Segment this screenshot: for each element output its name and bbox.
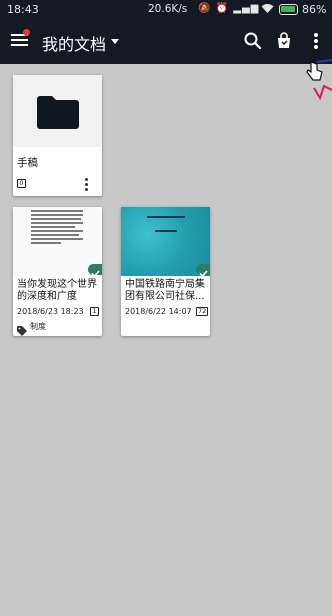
shopping-bag-icon[interactable] <box>273 30 295 52</box>
status-bar: 18:43 20.6K/s 🔕 ⏰ ▂▄▆ 86% <box>0 0 332 20</box>
page-title[interactable]: 我的文档 <box>42 31 106 55</box>
folder-card[interactable]: 手稿 0 <box>13 75 102 196</box>
more-vert-icon[interactable] <box>85 178 89 192</box>
document-date: 2018/6/23 18:23 <box>17 307 84 316</box>
battery-percent: 86% <box>302 3 327 16</box>
folder-name: 手稿 <box>17 157 38 169</box>
document-card[interactable]: 当你发现这个世界的深度和广度 2018/6/23 18:23 1 制度 <box>13 207 102 336</box>
tag-icon <box>17 321 27 340</box>
folder-icon <box>37 96 79 129</box>
synced-check-icon <box>88 264 102 278</box>
page-count-badge: 72 <box>196 307 209 316</box>
silent-icon: 🔕 <box>198 3 212 14</box>
signal-icon: ▂▄▆ <box>233 3 260 14</box>
synced-check-icon <box>196 264 210 278</box>
network-speed: 20.6K/s <box>148 3 188 15</box>
document-card[interactable]: 中国铁路南宁局集团有限公司社保... 2018/6/22 14:07 72 <box>121 207 210 336</box>
chevron-down-icon[interactable] <box>111 39 119 44</box>
status-time: 18:43 <box>7 3 39 16</box>
battery-icon <box>279 4 298 15</box>
search-icon[interactable] <box>242 30 264 52</box>
folder-thumbnail <box>13 75 102 147</box>
alarm-icon: ⏰ <box>215 3 230 14</box>
app-bar: 我的文档 <box>0 20 332 64</box>
status-icons: 🔕 ⏰ ▂▄▆ <box>198 3 259 14</box>
more-vert-icon[interactable] <box>305 30 327 52</box>
document-title: 中国铁路南宁局集团有限公司社保... <box>125 279 205 302</box>
document-date: 2018/6/22 14:07 <box>125 307 192 316</box>
document-title: 当你发现这个世界的深度和广度 <box>17 279 97 302</box>
folder-count-badge: 0 <box>17 179 26 188</box>
document-tag: 制度 <box>30 322 46 331</box>
scribble-annotation <box>312 58 332 112</box>
wifi-icon <box>261 3 274 17</box>
battery-level <box>281 6 295 12</box>
page-count-badge: 1 <box>90 307 99 316</box>
notification-dot <box>23 29 30 36</box>
